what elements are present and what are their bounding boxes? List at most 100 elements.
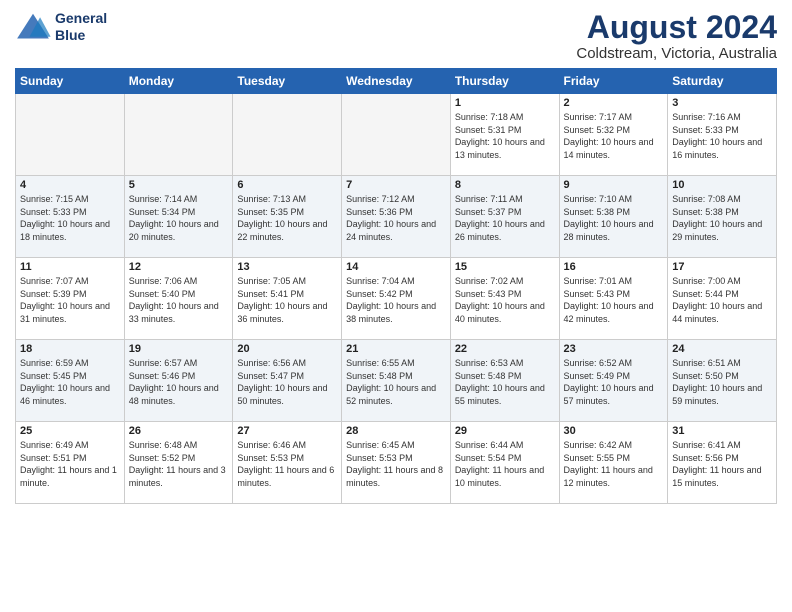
col-header-friday: Friday xyxy=(559,69,668,94)
calendar-cell: 10 Sunrise: 7:08 AMSunset: 5:38 PMDaylig… xyxy=(668,176,777,258)
title-block: August 2024 Coldstream, Victoria, Austra… xyxy=(576,10,777,62)
day-info: Sunrise: 7:14 AMSunset: 5:34 PMDaylight:… xyxy=(129,193,229,243)
calendar-cell: 8 Sunrise: 7:11 AMSunset: 5:37 PMDayligh… xyxy=(450,176,559,258)
logo-text: General Blue xyxy=(55,10,107,44)
calendar-cell: 5 Sunrise: 7:14 AMSunset: 5:34 PMDayligh… xyxy=(124,176,233,258)
calendar-cell xyxy=(342,94,451,176)
week-row-3: 11 Sunrise: 7:07 AMSunset: 5:39 PMDaylig… xyxy=(16,258,777,340)
col-header-monday: Monday xyxy=(124,69,233,94)
day-number: 19 xyxy=(129,343,229,355)
day-info: Sunrise: 6:53 AMSunset: 5:48 PMDaylight:… xyxy=(455,357,555,407)
day-number: 21 xyxy=(346,343,446,355)
day-number: 26 xyxy=(129,425,229,437)
day-info: Sunrise: 6:57 AMSunset: 5:46 PMDaylight:… xyxy=(129,357,229,407)
day-number: 25 xyxy=(20,425,120,437)
calendar-cell: 3 Sunrise: 7:16 AMSunset: 5:33 PMDayligh… xyxy=(668,94,777,176)
day-info: Sunrise: 7:08 AMSunset: 5:38 PMDaylight:… xyxy=(672,193,772,243)
day-number: 31 xyxy=(672,425,772,437)
day-info: Sunrise: 7:11 AMSunset: 5:37 PMDaylight:… xyxy=(455,193,555,243)
day-number: 10 xyxy=(672,179,772,191)
day-number: 16 xyxy=(564,261,664,273)
day-number: 12 xyxy=(129,261,229,273)
calendar-cell: 23 Sunrise: 6:52 AMSunset: 5:49 PMDaylig… xyxy=(559,340,668,422)
day-info: Sunrise: 6:56 AMSunset: 5:47 PMDaylight:… xyxy=(237,357,337,407)
day-info: Sunrise: 7:05 AMSunset: 5:41 PMDaylight:… xyxy=(237,275,337,325)
day-info: Sunrise: 6:44 AMSunset: 5:54 PMDaylight:… xyxy=(455,439,555,489)
day-number: 8 xyxy=(455,179,555,191)
day-number: 3 xyxy=(672,97,772,109)
day-info: Sunrise: 6:59 AMSunset: 5:45 PMDaylight:… xyxy=(20,357,120,407)
day-number: 4 xyxy=(20,179,120,191)
calendar-cell: 9 Sunrise: 7:10 AMSunset: 5:38 PMDayligh… xyxy=(559,176,668,258)
calendar-cell: 15 Sunrise: 7:02 AMSunset: 5:43 PMDaylig… xyxy=(450,258,559,340)
col-header-saturday: Saturday xyxy=(668,69,777,94)
day-info: Sunrise: 6:46 AMSunset: 5:53 PMDaylight:… xyxy=(237,439,337,489)
calendar-cell: 29 Sunrise: 6:44 AMSunset: 5:54 PMDaylig… xyxy=(450,422,559,504)
calendar-cell: 22 Sunrise: 6:53 AMSunset: 5:48 PMDaylig… xyxy=(450,340,559,422)
day-info: Sunrise: 7:06 AMSunset: 5:40 PMDaylight:… xyxy=(129,275,229,325)
day-number: 30 xyxy=(564,425,664,437)
calendar-cell: 30 Sunrise: 6:42 AMSunset: 5:55 PMDaylig… xyxy=(559,422,668,504)
day-info: Sunrise: 7:15 AMSunset: 5:33 PMDaylight:… xyxy=(20,193,120,243)
calendar-cell: 11 Sunrise: 7:07 AMSunset: 5:39 PMDaylig… xyxy=(16,258,125,340)
day-info: Sunrise: 7:10 AMSunset: 5:38 PMDaylight:… xyxy=(564,193,664,243)
logo-line1: General xyxy=(55,10,107,27)
calendar-cell: 1 Sunrise: 7:18 AMSunset: 5:31 PMDayligh… xyxy=(450,94,559,176)
day-number: 5 xyxy=(129,179,229,191)
day-number: 22 xyxy=(455,343,555,355)
day-number: 2 xyxy=(564,97,664,109)
day-info: Sunrise: 7:07 AMSunset: 5:39 PMDaylight:… xyxy=(20,275,120,325)
day-info: Sunrise: 6:49 AMSunset: 5:51 PMDaylight:… xyxy=(20,439,120,489)
day-info: Sunrise: 6:55 AMSunset: 5:48 PMDaylight:… xyxy=(346,357,446,407)
calendar-table: SundayMondayTuesdayWednesdayThursdayFrid… xyxy=(15,68,777,504)
calendar-cell: 16 Sunrise: 7:01 AMSunset: 5:43 PMDaylig… xyxy=(559,258,668,340)
day-number: 18 xyxy=(20,343,120,355)
calendar-cell: 21 Sunrise: 6:55 AMSunset: 5:48 PMDaylig… xyxy=(342,340,451,422)
calendar-cell: 6 Sunrise: 7:13 AMSunset: 5:35 PMDayligh… xyxy=(233,176,342,258)
day-number: 17 xyxy=(672,261,772,273)
day-number: 29 xyxy=(455,425,555,437)
calendar-cell: 7 Sunrise: 7:12 AMSunset: 5:36 PMDayligh… xyxy=(342,176,451,258)
day-info: Sunrise: 6:42 AMSunset: 5:55 PMDaylight:… xyxy=(564,439,664,489)
calendar-cell: 28 Sunrise: 6:45 AMSunset: 5:53 PMDaylig… xyxy=(342,422,451,504)
page-container: General Blue August 2024 Coldstream, Vic… xyxy=(0,0,792,509)
col-header-wednesday: Wednesday xyxy=(342,69,451,94)
calendar-cell: 31 Sunrise: 6:41 AMSunset: 5:56 PMDaylig… xyxy=(668,422,777,504)
day-number: 15 xyxy=(455,261,555,273)
calendar-cell: 14 Sunrise: 7:04 AMSunset: 5:42 PMDaylig… xyxy=(342,258,451,340)
calendar-cell: 17 Sunrise: 7:00 AMSunset: 5:44 PMDaylig… xyxy=(668,258,777,340)
day-info: Sunrise: 6:51 AMSunset: 5:50 PMDaylight:… xyxy=(672,357,772,407)
day-number: 11 xyxy=(20,261,120,273)
day-info: Sunrise: 7:18 AMSunset: 5:31 PMDaylight:… xyxy=(455,111,555,161)
calendar-cell xyxy=(16,94,125,176)
header: General Blue August 2024 Coldstream, Vic… xyxy=(15,10,777,62)
calendar-cell: 27 Sunrise: 6:46 AMSunset: 5:53 PMDaylig… xyxy=(233,422,342,504)
calendar-header-row: SundayMondayTuesdayWednesdayThursdayFrid… xyxy=(16,69,777,94)
calendar-cell: 20 Sunrise: 6:56 AMSunset: 5:47 PMDaylig… xyxy=(233,340,342,422)
week-row-1: 1 Sunrise: 7:18 AMSunset: 5:31 PMDayligh… xyxy=(16,94,777,176)
day-info: Sunrise: 7:02 AMSunset: 5:43 PMDaylight:… xyxy=(455,275,555,325)
calendar-cell: 13 Sunrise: 7:05 AMSunset: 5:41 PMDaylig… xyxy=(233,258,342,340)
week-row-5: 25 Sunrise: 6:49 AMSunset: 5:51 PMDaylig… xyxy=(16,422,777,504)
day-number: 7 xyxy=(346,179,446,191)
month-year: August 2024 xyxy=(576,10,777,45)
day-info: Sunrise: 6:41 AMSunset: 5:56 PMDaylight:… xyxy=(672,439,772,489)
calendar-cell xyxy=(124,94,233,176)
day-info: Sunrise: 7:17 AMSunset: 5:32 PMDaylight:… xyxy=(564,111,664,161)
day-info: Sunrise: 7:16 AMSunset: 5:33 PMDaylight:… xyxy=(672,111,772,161)
calendar-cell: 24 Sunrise: 6:51 AMSunset: 5:50 PMDaylig… xyxy=(668,340,777,422)
calendar-cell: 26 Sunrise: 6:48 AMSunset: 5:52 PMDaylig… xyxy=(124,422,233,504)
day-info: Sunrise: 6:52 AMSunset: 5:49 PMDaylight:… xyxy=(564,357,664,407)
logo: General Blue xyxy=(15,10,107,44)
day-number: 14 xyxy=(346,261,446,273)
col-header-thursday: Thursday xyxy=(450,69,559,94)
day-number: 23 xyxy=(564,343,664,355)
day-number: 27 xyxy=(237,425,337,437)
calendar-cell: 12 Sunrise: 7:06 AMSunset: 5:40 PMDaylig… xyxy=(124,258,233,340)
day-number: 13 xyxy=(237,261,337,273)
location: Coldstream, Victoria, Australia xyxy=(576,45,777,62)
week-row-2: 4 Sunrise: 7:15 AMSunset: 5:33 PMDayligh… xyxy=(16,176,777,258)
calendar-cell: 18 Sunrise: 6:59 AMSunset: 5:45 PMDaylig… xyxy=(16,340,125,422)
day-info: Sunrise: 6:48 AMSunset: 5:52 PMDaylight:… xyxy=(129,439,229,489)
day-number: 1 xyxy=(455,97,555,109)
